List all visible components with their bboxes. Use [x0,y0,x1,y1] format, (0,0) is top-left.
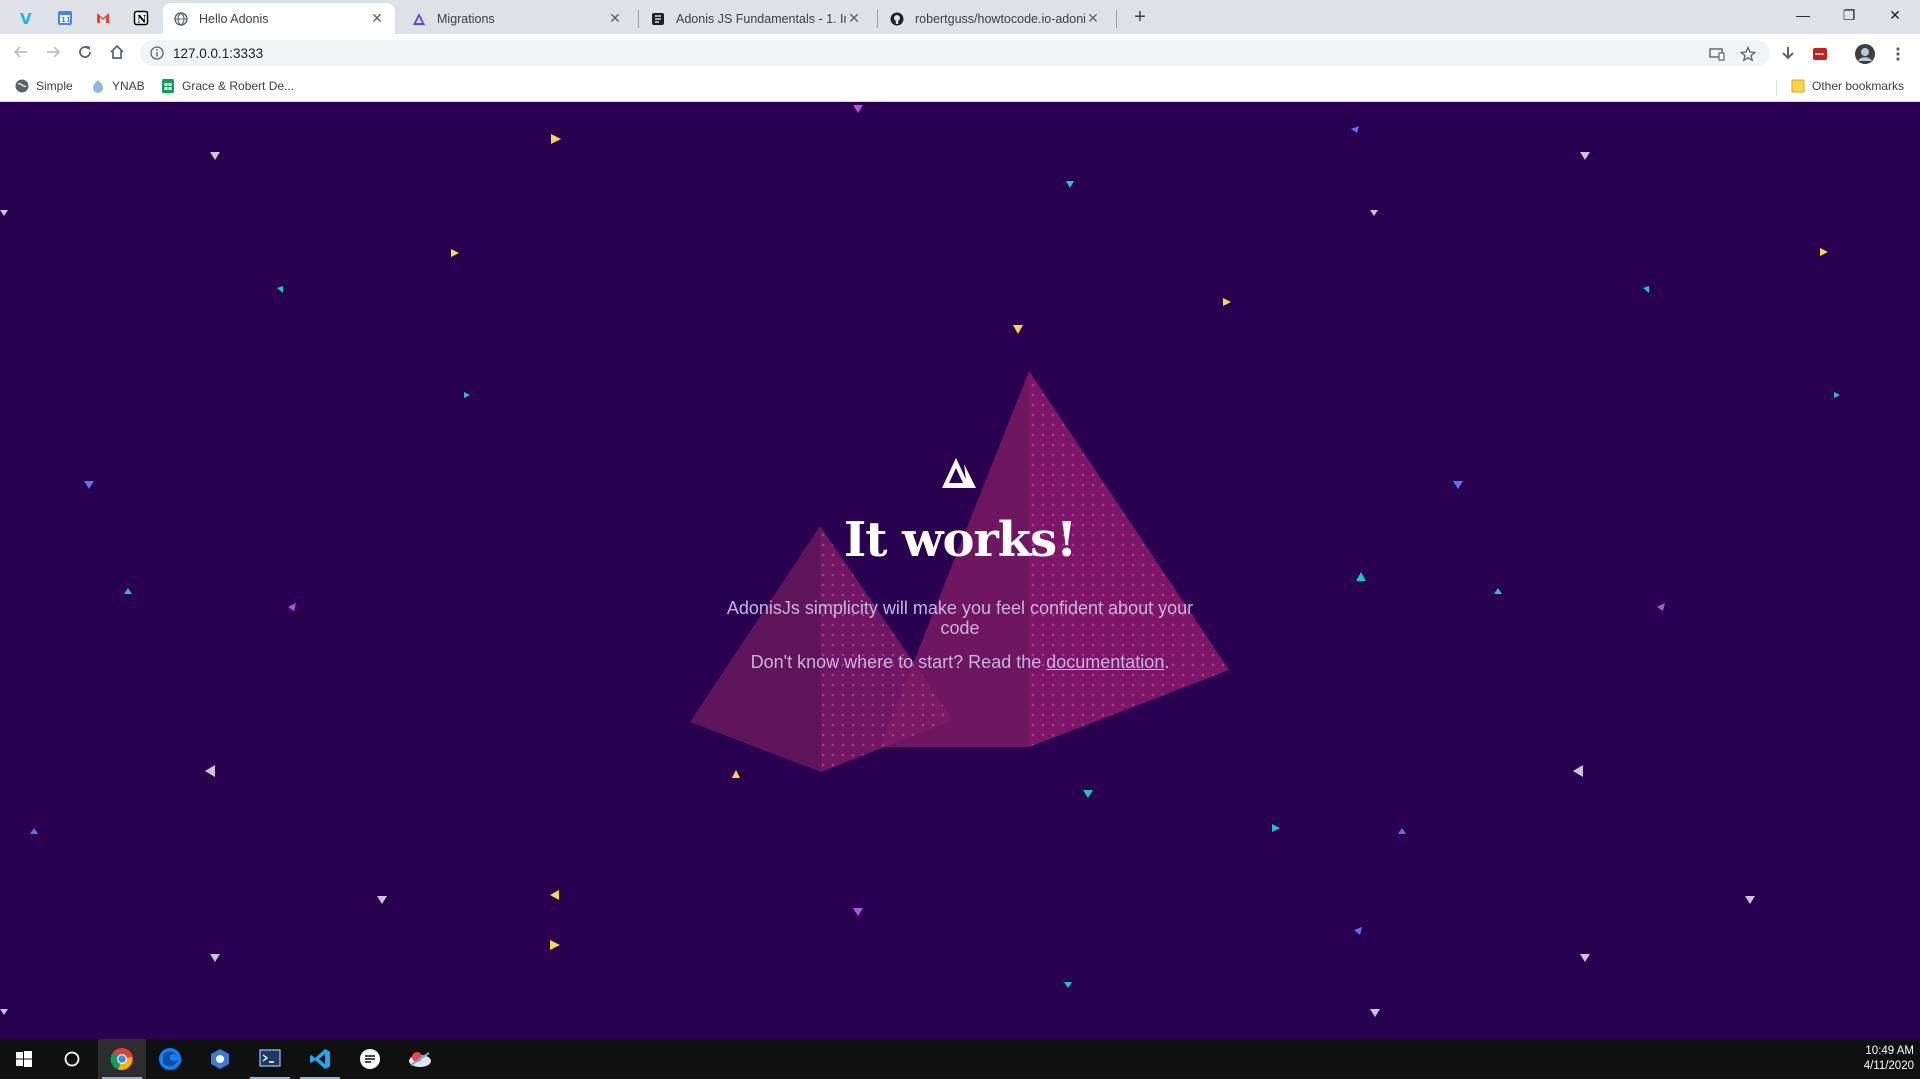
avatar[interactable] [1855,44,1875,64]
tab-title: Migrations [437,11,495,26]
reload-icon[interactable] [72,39,98,65]
extension-icon[interactable] [1810,44,1830,64]
info-icon[interactable] [149,45,165,61]
notion-icon: N [133,10,149,26]
adonis-logo-icon [942,458,976,488]
github-icon [889,11,905,27]
documentation-link[interactable]: documentation [1046,652,1164,672]
chrome-icon [110,1048,133,1070]
globe-icon [14,78,30,94]
new-tab-button[interactable]: + [1128,6,1152,28]
clock-time: 10:49 AM [1865,1045,1914,1057]
bookmark-grace-robert[interactable]: Grace & Robert De... [160,76,294,96]
close-icon[interactable]: ✕ [1085,10,1101,27]
pinned-tab-calendar[interactable]: 11 [51,5,79,31]
vimeo-icon: V [20,10,32,26]
tab-title: Adonis JS Fundamentals - 1. Intro [676,11,846,26]
bookmark-label: Grace & Robert De... [182,79,295,93]
tab-adonis-fundamentals[interactable]: Adonis JS Fundamentals - 1. Intro ✕ [640,3,872,34]
tab-separator [1116,10,1117,28]
globe-icon [173,11,189,27]
taskbar-notes[interactable] [346,1039,394,1079]
taskbar-app[interactable] [196,1039,244,1079]
vscode-icon [310,1049,330,1069]
cortana-button[interactable] [48,1039,96,1079]
folder-icon [1790,78,1806,94]
other-bookmarks[interactable]: Other bookmarks [1790,76,1904,96]
hero-section: It works! AdonisJs simplicity will make … [0,102,1920,1039]
ynab-icon [90,78,106,94]
adonis-icon [411,11,427,27]
star-icon[interactable] [1738,44,1758,64]
home-icon[interactable] [104,39,130,65]
bookmark-label: Simple [36,79,73,93]
address-bar[interactable]: 127.0.0.1:3333 [140,40,1770,66]
forward-icon[interactable] [40,39,66,65]
taskbar-chrome[interactable] [98,1039,146,1079]
app-icon [211,1049,229,1069]
firefox-icon [159,1048,181,1070]
bookmark-ynab[interactable]: YNAB [90,76,145,96]
terminal-icon [259,1049,281,1067]
cast-icon[interactable] [1707,44,1727,64]
start-icon [16,1051,32,1067]
gmail-icon [97,13,109,23]
tab-title: robertguss/howtocode.io-adonis [915,11,1085,26]
start-button[interactable] [0,1039,48,1079]
window-close-icon[interactable]: ✕ [1872,0,1918,30]
hint-text: Don't know where to start? Read the docu… [0,652,1920,673]
calendar-icon: 11 [58,11,72,25]
taskbar-cloud[interactable] [396,1039,444,1079]
system-clock[interactable]: 10:49 AM 4/11/2020 [1864,1044,1914,1074]
taskbar-terminal[interactable] [246,1039,294,1079]
notes-icon [360,1049,380,1069]
pinned-tab-gmail[interactable] [89,5,117,31]
document-icon [650,11,666,27]
other-bookmarks-label: Other bookmarks [1812,79,1905,93]
close-icon[interactable]: ✕ [369,10,385,27]
taskbar-firefox[interactable] [146,1039,194,1079]
taskbar-vscode[interactable] [296,1039,344,1079]
close-icon[interactable]: ✕ [607,10,623,27]
tab-github-repo[interactable]: robertguss/howtocode.io-adonis ✕ [879,3,1111,34]
adonis-welcome-page: It works! AdonisJs simplicity will make … [0,102,1920,1039]
svg-text:11: 11 [61,16,71,24]
tab-title: Hello Adonis [199,11,269,26]
close-icon[interactable]: ✕ [846,10,862,27]
download-icon[interactable] [1778,44,1798,64]
svg-text:N: N [137,15,146,26]
tagline-text: AdonisJs simplicity will make you feel c… [726,598,1194,638]
pinned-tab-vimeo[interactable]: V [12,5,40,31]
menu-icon[interactable] [1888,44,1908,64]
svg-text:V: V [20,10,32,26]
sheets-icon [160,78,176,94]
restore-icon[interactable]: ❐ [1826,0,1872,30]
bookmark-simple[interactable]: Simple [14,76,73,96]
tab-strip: V 11 N Hello Adonis ✕ Migrations ✕ Adoni… [0,0,1920,34]
minimize-icon[interactable]: — [1780,0,1826,30]
tab-hello-adonis[interactable]: Hello Adonis ✕ [163,3,395,34]
back-icon[interactable] [8,39,34,65]
tab-separator [877,10,878,28]
tab-separator [638,10,639,28]
pinned-tab-notion[interactable]: N [127,5,155,31]
cortana-icon [64,1051,80,1067]
windows-taskbar: 10:49 AM 4/11/2020 [0,1039,1920,1079]
hint-suffix: . [1164,652,1170,672]
cloud-icon [409,1052,431,1067]
hint-prefix: Don't know where to start? Read the [750,652,1042,672]
clock-date: 4/11/2020 [1863,1060,1914,1072]
tab-migrations[interactable]: Migrations ✕ [401,3,633,34]
bookmark-label: YNAB [112,79,145,93]
bookmarks-divider [1776,80,1777,96]
url-text[interactable]: 127.0.0.1:3333 [173,46,263,61]
page-title: It works! [843,512,1077,568]
bookmarks-bar: Simple YNAB Grace & Robert De... Other b… [0,70,1920,102]
